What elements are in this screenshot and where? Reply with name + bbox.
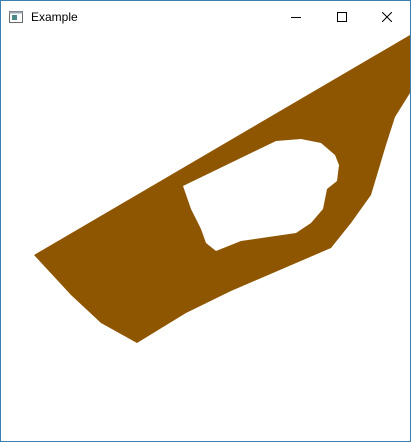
- maximize-icon: [337, 12, 347, 22]
- title-bar[interactable]: Example: [1, 1, 410, 33]
- application-window: Example: [0, 0, 411, 442]
- filled-shape: [34, 35, 410, 343]
- minimize-icon: [291, 17, 301, 18]
- window-app-icon: [9, 11, 23, 23]
- client-area: [1, 33, 410, 441]
- close-button[interactable]: [364, 1, 410, 33]
- close-icon: [382, 12, 392, 22]
- minimize-button[interactable]: [273, 1, 319, 33]
- drawing-canvas: [34, 35, 410, 343]
- window-title: Example: [31, 10, 78, 24]
- maximize-button[interactable]: [319, 1, 365, 33]
